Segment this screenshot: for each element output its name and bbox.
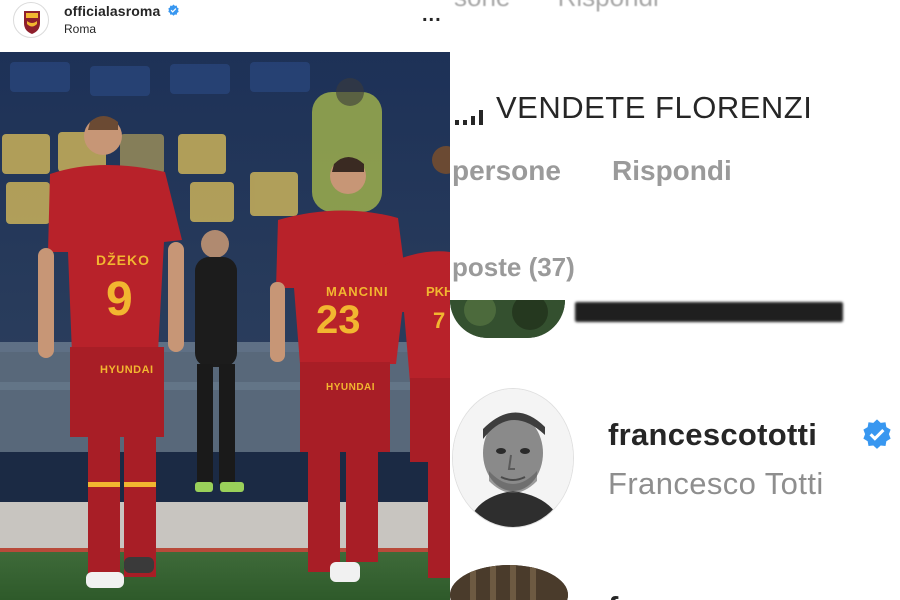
shirt-name-dzeko: DŽEKO — [96, 252, 150, 268]
totti-avatar[interactable] — [452, 388, 574, 528]
post-header: officialasroma Roma ... — [0, 0, 450, 50]
faded-reply-link[interactable]: Rispondi — [558, 0, 659, 12]
next-username-cropped[interactable]: f — [608, 590, 618, 600]
instagram-post: officialasroma Roma ... DŽEKO 9 HYUNDAI … — [0, 0, 450, 600]
faded-people-label: sone — [454, 0, 510, 12]
shirt-sponsor-mancini: HYUNDAI — [326, 382, 376, 393]
shirt-number-right: 7 — [433, 308, 446, 333]
comment-text: VENDETE FLORENZI — [496, 90, 813, 125]
redacted-username — [575, 302, 843, 322]
shirt-number-mancini: 23 — [316, 298, 361, 342]
reply-username[interactable]: francescototti — [608, 417, 817, 453]
comment-people-label: persone — [452, 155, 561, 186]
players-photo — [0, 52, 450, 600]
avatar-image — [450, 300, 565, 338]
post-photo[interactable]: DŽEKO 9 HYUNDAI MANCINI 23 HYUNDAI PKH 7 — [0, 52, 450, 600]
view-replies-link[interactable]: poste (37) — [452, 252, 575, 283]
shirt-name-mancini: MANCINI — [326, 284, 389, 299]
post-username[interactable]: officialasroma — [64, 3, 180, 19]
more-options-icon[interactable]: ... — [422, 4, 442, 27]
post-location[interactable]: Roma — [64, 22, 96, 36]
shirt-sponsor-dzeko: HYUNDAI — [100, 364, 154, 376]
verified-badge-icon — [863, 419, 891, 449]
faded-top-row: sone Rispondi — [454, 0, 699, 13]
previous-avatar[interactable] — [450, 300, 565, 338]
verified-badge-icon — [168, 4, 180, 16]
next-avatar[interactable] — [450, 565, 568, 600]
comments-screenshot: sone Rispondi VENDETE FLORENZI persone R… — [450, 0, 900, 600]
totti-portrait — [453, 389, 573, 527]
reply-button[interactable]: Rispondi — [612, 155, 732, 187]
reply-fullname: Francesco Totti — [608, 466, 824, 501]
profile-avatar[interactable] — [13, 2, 49, 38]
username-text[interactable]: officialasroma — [64, 3, 160, 19]
avatar-image — [450, 565, 568, 600]
as-roma-crest-icon — [24, 11, 40, 34]
shirt-name-right: PKH — [426, 284, 450, 299]
shirt-number-dzeko: 9 — [106, 273, 133, 326]
signal-bars-icon — [455, 110, 483, 125]
